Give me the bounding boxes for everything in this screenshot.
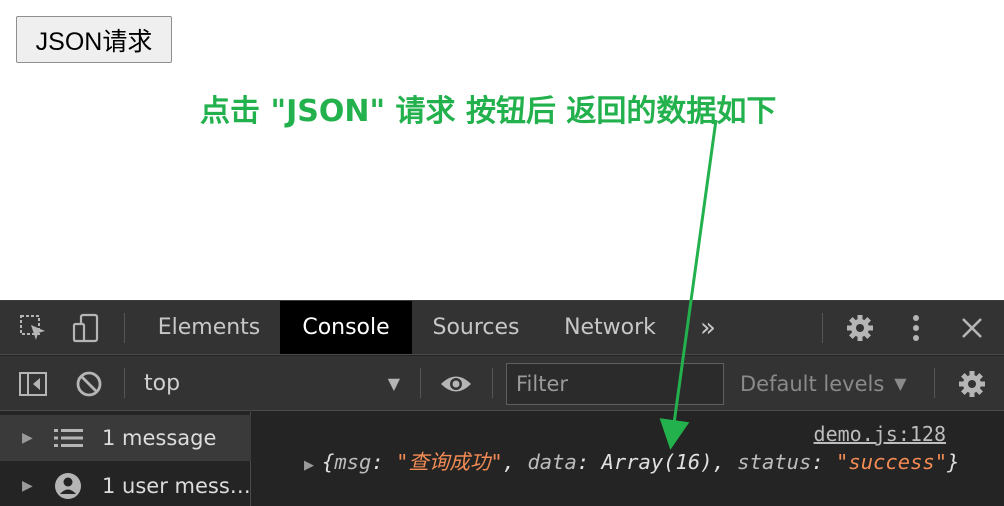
console-sidebar: ▶ 1 message ▶ 1 user mess… <box>0 412 251 506</box>
log-levels-dropdown[interactable]: Default levels ▼ <box>740 356 907 411</box>
log-levels-label: Default levels <box>740 371 885 396</box>
log-key: status <box>737 450 812 474</box>
context-label: top <box>144 371 181 396</box>
log-string-value: "查询成功" <box>396 450 503 474</box>
page-content: JSON请求 点击 "JSON" 请求 按钮后 返回的数据如下 <box>0 0 1004 300</box>
brace: } <box>947 450 960 474</box>
divider <box>934 368 935 398</box>
context-selector[interactable]: top ▼ <box>144 356 406 411</box>
console-output: demo.js:128 ▶ {msg: "查询成功", data: Array(… <box>252 412 1004 506</box>
divider <box>420 368 421 398</box>
divider <box>822 313 823 343</box>
tab-console[interactable]: Console <box>280 301 412 354</box>
device-toggle-icon[interactable] <box>68 312 104 344</box>
sidebar-item-messages[interactable]: ▶ 1 message <box>0 415 251 461</box>
sidebar-toggle-icon[interactable] <box>16 368 50 400</box>
more-options-icon[interactable] <box>900 312 932 344</box>
expand-triangle-icon: ▶ <box>22 430 33 446</box>
divider <box>124 313 125 343</box>
tab-sources[interactable]: Sources <box>416 301 536 354</box>
sidebar-item-user-messages[interactable]: ▶ 1 user mess… <box>0 463 251 506</box>
source-link[interactable]: demo.js:128 <box>814 422 946 446</box>
divider <box>492 368 493 398</box>
expand-object-icon[interactable]: ▶ <box>304 458 314 473</box>
console-log-entry[interactable]: {msg: "查询成功", data: Array(16), status: "… <box>322 448 972 476</box>
devtools-panel: Elements Console Sources Network » top ▼ <box>0 300 1004 506</box>
tab-network[interactable]: Network <box>548 301 672 354</box>
more-tabs-icon[interactable]: » <box>688 301 728 354</box>
console-settings-gear-icon[interactable] <box>954 368 990 400</box>
user-icon <box>54 463 82 506</box>
divider <box>124 368 125 398</box>
log-array-value: Array(16) <box>601 450 713 474</box>
chevron-down-icon: ▼ <box>387 374 400 393</box>
live-expression-eye-icon[interactable] <box>436 368 476 400</box>
sidebar-item-label: 1 user mess… <box>102 474 251 498</box>
sidebar-item-label: 1 message <box>102 426 217 450</box>
log-key: data <box>527 450 577 474</box>
brace: { <box>322 450 335 474</box>
filter-input[interactable] <box>506 363 724 405</box>
clear-console-icon[interactable] <box>72 368 106 400</box>
list-icon <box>54 415 84 461</box>
chevron-down-icon: ▼ <box>894 374 907 393</box>
annotation-text: 点击 "JSON" 请求 按钮后 返回的数据如下 <box>200 94 777 129</box>
inspect-element-icon[interactable] <box>16 312 50 344</box>
settings-gear-icon[interactable] <box>842 312 878 344</box>
json-request-button[interactable]: JSON请求 <box>16 16 172 63</box>
console-toolbar: top ▼ Default levels ▼ <box>0 356 1004 411</box>
close-icon[interactable] <box>956 312 988 344</box>
expand-triangle-icon: ▶ <box>22 478 33 494</box>
tab-elements[interactable]: Elements <box>140 301 278 354</box>
devtools-tabbar: Elements Console Sources Network » <box>0 301 1004 355</box>
log-string-value: "success" <box>836 450 948 474</box>
log-key: msg <box>334 450 372 474</box>
